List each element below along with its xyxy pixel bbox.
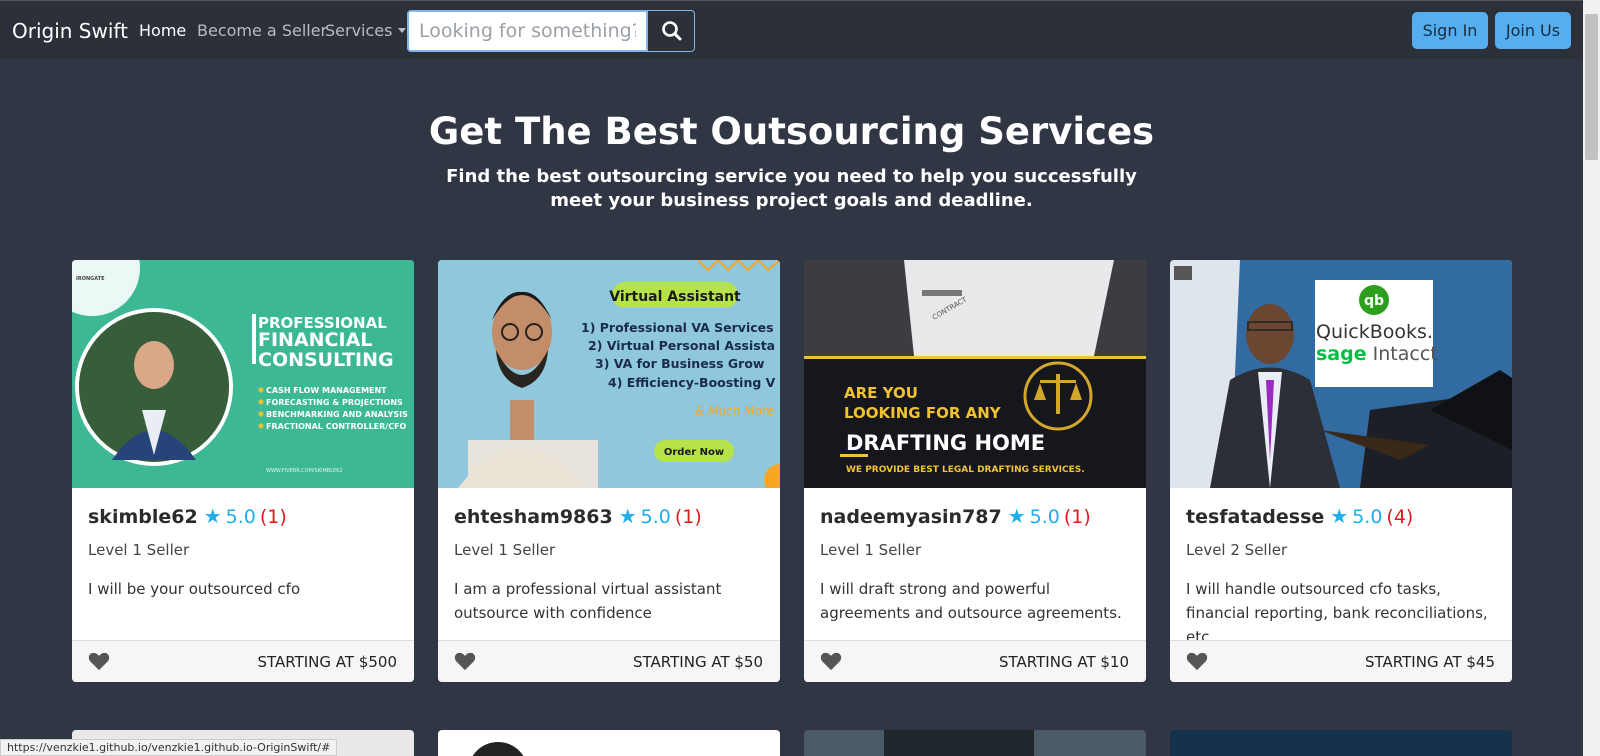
service-card[interactable]: IRONGATE PROFESSIONAL FINANCIAL CONSULTI… xyxy=(72,260,414,682)
image-line2: LOOKING FOR ANY xyxy=(844,404,1002,422)
nav-become-seller[interactable]: Become a Seller xyxy=(197,21,327,40)
image-line: 4) Efficiency-Boosting V xyxy=(608,375,776,390)
sign-in-button[interactable]: Sign In xyxy=(1412,12,1488,49)
image-line: 2) Virtual Personal Assista xyxy=(588,338,775,353)
image-line: 1) Professional VA Services xyxy=(581,320,774,335)
gig-description[interactable]: I am a professional virtual assistant ou… xyxy=(454,577,766,625)
page-scrollbar[interactable] xyxy=(1583,0,1600,756)
gig-description[interactable]: I will draft strong and powerful agreeme… xyxy=(820,577,1132,625)
card-footer: STARTING AT $50 xyxy=(438,640,780,682)
card-image[interactable]: qb QuickBooks. sage Intacct xyxy=(1170,260,1512,488)
card-image[interactable]: Virtual Assistant 1) Professional VA Ser… xyxy=(438,260,780,488)
price-label: STARTING AT $10 xyxy=(999,653,1129,671)
image-bullet: FRACTIONAL CONTROLLER/CFO xyxy=(266,422,407,431)
image-line: 3) VA for Business Grow xyxy=(595,356,765,371)
seller-row: skimble62 ★ 5.0 (1) xyxy=(88,504,400,528)
service-card[interactable]: qb QuickBooks. sage Intacct tesfatadesse… xyxy=(1170,260,1512,682)
image-line1: ARE YOU xyxy=(844,384,918,402)
quickbooks-logo-text: QuickBooks. xyxy=(1316,321,1433,343)
gig-description[interactable]: I will handle outsourced cfo tasks, fina… xyxy=(1186,577,1498,649)
hero-subtitle: Find the best outsourcing service you ne… xyxy=(446,166,1137,211)
seller-row: ehtesham9863 ★ 5.0 (1) xyxy=(454,504,766,528)
price-label: STARTING AT $500 xyxy=(257,653,397,671)
hero-title: Get The Best Outsourcing Services xyxy=(428,110,1155,153)
seller-level: Level 1 Seller xyxy=(454,541,556,559)
rating-value: 5.0 xyxy=(1352,506,1383,528)
navbar: Origin Swift Home Become a Seller Servic… xyxy=(0,0,1583,59)
heart-icon[interactable] xyxy=(820,651,842,671)
rating-value: 5.0 xyxy=(225,506,256,528)
scrollbar-thumb[interactable] xyxy=(1585,14,1598,160)
heart-icon[interactable] xyxy=(88,651,110,671)
search-button[interactable] xyxy=(647,10,695,52)
sage-logo-text: sage Intacct xyxy=(1316,343,1438,365)
irongate-logo: IRONGATE xyxy=(76,276,105,282)
review-count: (1) xyxy=(1063,506,1091,528)
image-bullet: FORECASTING & PROJECTIONS xyxy=(266,398,403,407)
price-label: STARTING AT $50 xyxy=(633,653,763,671)
join-us-button[interactable]: Join Us xyxy=(1495,12,1571,49)
service-card[interactable]: Virtual Assistant 1) Professional VA Ser… xyxy=(438,260,780,682)
seller-level: Level 2 Seller xyxy=(1186,541,1288,559)
star-icon: ★ xyxy=(618,504,637,528)
status-bar-url: https://venzkie1.github.io/venzkie1.gith… xyxy=(0,739,338,756)
seller-level: Level 1 Seller xyxy=(820,541,922,559)
star-icon: ★ xyxy=(1007,504,1026,528)
image-line4: WE PROVIDE BEST LEGAL DRAFTING SERVICES. xyxy=(846,465,1085,475)
heart-icon[interactable] xyxy=(1186,651,1208,671)
service-card[interactable]: CONTRACT ARE YOU LOOKING FOR ANY DRAFTIN… xyxy=(804,260,1146,682)
card-body: tesfatadesse ★ 5.0 (4) Level 2 Seller I wil… xyxy=(1186,504,1498,649)
star-icon: ★ xyxy=(203,504,222,528)
seller-name[interactable]: skimble62 xyxy=(88,506,198,528)
seller-row: nadeemyasin787 ★ 5.0 (1) xyxy=(820,504,1132,528)
image-badge: Virtual Assistant xyxy=(609,289,741,305)
search-icon xyxy=(662,21,682,41)
card-footer: STARTING AT $10 xyxy=(804,640,1146,682)
card-image-partial xyxy=(884,730,1034,756)
review-count: (4) xyxy=(1386,506,1414,528)
price-label: STARTING AT $45 xyxy=(1365,653,1495,671)
seller-row: tesfatadesse ★ 5.0 (4) xyxy=(1186,504,1498,528)
quickbooks-logo-mark: qb xyxy=(1364,293,1384,309)
image-footer-url: WWW.FIVERR.COM/SKIMBLE62 xyxy=(266,468,343,474)
seller-level: Level 1 Seller xyxy=(88,541,190,559)
rating-value: 5.0 xyxy=(640,506,671,528)
image-bullet: BENCHMARKING AND ANALYSIS xyxy=(266,410,408,419)
search-input[interactable] xyxy=(407,10,648,52)
card-body: nadeemyasin787 ★ 5.0 (1) Level 1 Seller I w… xyxy=(820,504,1132,625)
nav-services-dropdown[interactable]: Services xyxy=(325,21,407,40)
gig-description[interactable]: I will be your outsourced cfo xyxy=(88,577,400,601)
nav-home[interactable]: Home xyxy=(139,21,186,40)
card-footer: STARTING AT $45 xyxy=(1170,640,1512,682)
heart-icon[interactable] xyxy=(454,651,476,671)
card-image[interactable]: CONTRACT ARE YOU LOOKING FOR ANY DRAFTIN… xyxy=(804,260,1146,488)
seller-name[interactable]: ehtesham9863 xyxy=(454,506,613,528)
review-count: (1) xyxy=(259,506,287,528)
image-heading-3: CONSULTING xyxy=(258,349,394,371)
review-count: (1) xyxy=(674,506,702,528)
caret-down-icon xyxy=(398,28,407,33)
card-image-partial xyxy=(468,742,528,756)
rating-value: 5.0 xyxy=(1029,506,1060,528)
image-heading-2: FINANCIAL xyxy=(258,329,372,351)
card-body: ehtesham9863 ★ 5.0 (1) Level 1 Seller I am … xyxy=(454,504,766,625)
nav-services-label: Services xyxy=(325,21,393,40)
seller-name[interactable]: tesfatadesse xyxy=(1186,506,1324,528)
service-card-partial[interactable] xyxy=(804,730,1146,756)
card-body: skimble62 ★ 5.0 (1) Level 1 Seller I will b… xyxy=(88,504,400,601)
card-footer: STARTING AT $500 xyxy=(72,640,414,682)
seller-name[interactable]: nadeemyasin787 xyxy=(820,506,1002,528)
image-bullet: CASH FLOW MANAGEMENT xyxy=(266,386,387,395)
brand-logo[interactable]: Origin Swift xyxy=(12,19,128,43)
image-line3: DRAFTING HOME xyxy=(846,431,1045,455)
service-card-partial[interactable] xyxy=(1170,730,1512,756)
service-card-partial[interactable] xyxy=(438,730,780,756)
image-cta: Order Now xyxy=(664,447,724,458)
card-image[interactable]: IRONGATE PROFESSIONAL FINANCIAL CONSULTI… xyxy=(72,260,414,488)
image-more: & Much More xyxy=(695,404,774,418)
star-icon: ★ xyxy=(1330,504,1349,528)
